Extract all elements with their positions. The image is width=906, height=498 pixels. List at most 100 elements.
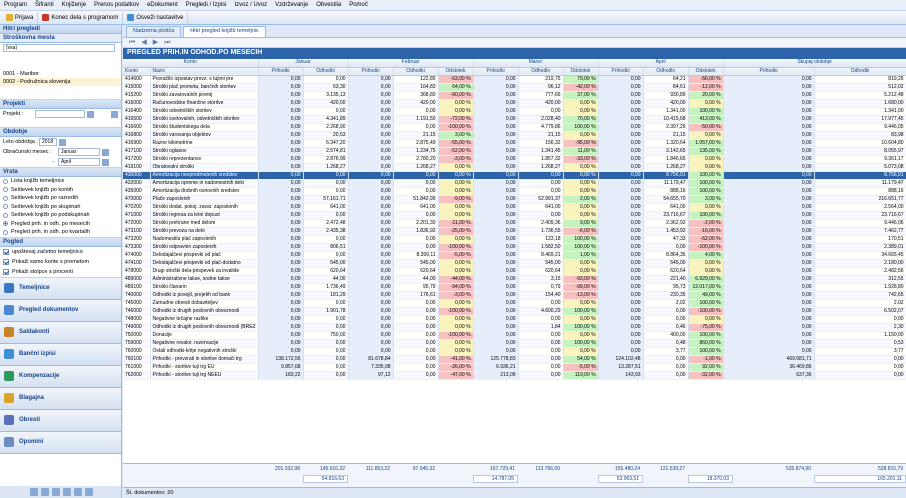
table-row[interactable]: 419100 Obratovalni stroški 0,00 1.268,27 0,0… (123, 163, 906, 172)
type-option[interactable]: Seštevek knjižb po kontih (0, 186, 121, 195)
col-header-odhodki[interactable]: Odhodki (814, 67, 906, 76)
view-option[interactable]: upoštevaj začetno temeljnico (0, 247, 121, 257)
radio-icon[interactable] (3, 178, 8, 184)
table-row[interactable]: 761000 Prihodki - storitve tuji trg EU 9.8… (123, 363, 906, 372)
view-option[interactable]: Prikaži stolpce s procenti (0, 267, 121, 277)
table-row[interactable]: 417200 Stroški reprezentance 0,00 2.876,99 0… (123, 155, 906, 164)
first-icon[interactable]: ⏮ (129, 39, 135, 46)
table-row[interactable]: 414600 Povračilo izpostav provz. s tujimi… (123, 75, 906, 84)
radio-icon[interactable] (3, 229, 8, 235)
year-input[interactable]: 2018 (39, 138, 57, 146)
menu-item[interactable]: Program (0, 2, 31, 8)
login-button[interactable]: Prijava (2, 11, 39, 24)
refresh-settings-button[interactable]: Osveži nastavitve (123, 11, 189, 24)
config-icon[interactable] (30, 488, 38, 496)
table-row[interactable]: 471000 Stroški regresa za letni dopust 0,0… (123, 211, 906, 220)
menu-item[interactable]: Vzdrževanje (271, 2, 312, 8)
table-row[interactable]: 750000 Donacije 0,00 750,00 0,00 0,00 -100,00 … (123, 331, 906, 340)
table-row[interactable]: 748000 Negativne tečajne razlike 0,00 0,00 0… (123, 315, 906, 324)
lock-icon[interactable] (41, 488, 49, 496)
menu-item[interactable]: Izvoz / Uvoz (230, 2, 271, 8)
col-header-odhodki[interactable]: Odhodki (393, 67, 439, 76)
table-row[interactable]: 432000 Amortizacija opreme in nadomestnih… (123, 179, 906, 188)
menu-item[interactable]: Obvestila (312, 2, 345, 8)
cost-item[interactable]: 0001 - Maribor (0, 70, 121, 78)
cost-item[interactable]: 0002 - Podružnica slovenija (0, 78, 121, 86)
menu-item[interactable]: Šifranti (31, 2, 58, 8)
type-option[interactable]: Seštevek knjižb po razredih (0, 194, 121, 203)
nav-button-saldakonti[interactable]: Saldakonti (0, 321, 121, 344)
table-row[interactable]: 474000 Delodajalčevi prispevki od plač 0,0… (123, 251, 906, 260)
next-icon[interactable]: ▶ (153, 39, 158, 46)
nav-button-temeljnice[interactable]: Temeljnice (0, 277, 121, 300)
nav-button-opomini[interactable]: Opomini (0, 431, 121, 454)
radio-icon[interactable] (3, 204, 8, 210)
chevron-down-icon[interactable] (87, 110, 94, 118)
checkbox-icon[interactable] (3, 268, 9, 275)
type-option[interactable]: Lista knjižb temeljnice (0, 177, 121, 186)
prev-icon[interactable]: ◀ (141, 39, 146, 46)
help-icon[interactable] (74, 488, 82, 496)
col-header-odstotek[interactable]: Odstotek (688, 67, 724, 76)
chevron-down-icon[interactable] (102, 148, 109, 156)
col-header-odhodki[interactable]: Odhodki (303, 67, 349, 76)
table-row[interactable]: 760000 Ostali odhodki-kritje negativnih s… (123, 347, 906, 356)
table-row[interactable]: 470000 Plače zaposlenih 0,00 57.161,71 0,00 5… (123, 195, 906, 204)
table-row[interactable]: 416400 Stroški odvetniških storitev 0,00 0,… (123, 107, 906, 116)
table-row[interactable]: 760100 Prihodki - prevzrati in storitve d… (123, 355, 906, 364)
view-option[interactable]: Prikaži samo konte s prometom (0, 257, 121, 267)
nav-button-blagajna[interactable]: Blagajna (0, 387, 121, 410)
table-row[interactable]: 416600 Stroški študentskega dela 0,00 2.268… (123, 123, 906, 132)
table-row[interactable]: 746000 Odhodki iz drugih poslovnih obvezn… (123, 307, 906, 316)
type-option[interactable]: Pregled prih. in odh. po kvartalih (0, 228, 121, 237)
menu-item[interactable]: Pomoč (345, 2, 372, 8)
table-row[interactable]: 473200 Nadomestila plač zaposlenih 0,00 0,0… (123, 235, 906, 244)
radio-icon[interactable] (3, 187, 8, 193)
col-header-prihodki[interactable]: Prihodki (348, 67, 394, 76)
nav-button-kompenzacije[interactable]: Kompenzacije (0, 365, 121, 388)
table-row[interactable]: 749000 Odhodki iz drugih poslovnih obvezn… (123, 323, 906, 332)
tab-quick-review[interactable]: Hitri pregled knjižb temeljnic (183, 26, 266, 37)
nav-button-obresti[interactable]: Obresti (0, 409, 121, 432)
table-row[interactable]: 415000 Stroški plač prometa, bančnih stor… (123, 83, 906, 92)
menu-item[interactable]: Pregledi / Izpisi (182, 2, 231, 8)
table-row[interactable]: 416900 Razne kilometrine 0,00 6.347,20 0,00 2… (123, 139, 906, 148)
table-row[interactable]: 759000 Negativne revalor. rezervacije 0,00… (123, 339, 906, 348)
col-header-odstotek[interactable]: Odstotek (563, 67, 599, 76)
table-row[interactable]: 417100 Stroški oglasov 0,00 2.574,81 0,00 1.2… (123, 147, 906, 156)
table-row[interactable]: 762000 Prihodki - storitve tuji trg NEEU 1… (123, 371, 906, 380)
checkbox-icon[interactable] (3, 258, 9, 265)
nav-button-bančni-izpisi[interactable]: Bančni izpisi (0, 343, 121, 366)
table-row[interactable]: 473100 Stroški prevoza na delo 0,00 2.435,3… (123, 227, 906, 236)
table-row[interactable]: 489000 Administrativne takse, sodne takse… (123, 275, 906, 284)
table-row[interactable]: 474100 Delodajalčevi prispevki od plač-do… (123, 259, 906, 268)
exit-button[interactable]: Konec dela s programom (38, 11, 124, 24)
report-grid[interactable]: Konto Januar Februar Marec April Skupaj … (123, 59, 906, 452)
col-header-odstotek[interactable]: Odstotek (438, 67, 474, 76)
table-row[interactable]: 416000 Računovodske finančne storitve 0,00… (123, 99, 906, 108)
table-row[interactable]: 489100 Stroški članarin 0,00 1.736,49 0,00 95… (123, 283, 906, 292)
table-row[interactable]: 430000 Amortizacija neopredmetenih sredst… (123, 171, 906, 180)
col-header-prihodki[interactable]: Prihodki (723, 67, 815, 76)
col-header-prihodki[interactable]: Prihodki (473, 67, 519, 76)
table-row[interactable]: 745000 Zamudne obresti dobaviteljev 0,00 0,… (123, 299, 906, 308)
month-to-select[interactable]: April (58, 158, 100, 166)
nav-button-pregled-dokumentov[interactable]: Pregled dokumentov (0, 299, 121, 322)
type-option[interactable]: Seštevek knjižb po podskupinah (0, 211, 121, 220)
type-option[interactable]: Pregled prih. in odh. po mesecih (0, 220, 121, 229)
chevron-down-icon[interactable] (102, 158, 109, 166)
table-row[interactable]: 740000 Odhodki iz posojil, prejetih od ba… (123, 291, 906, 300)
menu-item[interactable]: eDokument (143, 2, 182, 8)
menu-item[interactable]: Prenos podatkov (90, 2, 143, 8)
tab-dashboard[interactable]: Nadzorna plošča (126, 26, 182, 37)
cost-filter-input[interactable]: (vsa) (3, 44, 115, 52)
calendar-icon[interactable] (59, 138, 66, 146)
table-row[interactable]: 415200 Stroški zavarovalnih premij 0,00 3.1… (123, 91, 906, 100)
checkbox-icon[interactable] (3, 248, 9, 255)
browse-icon[interactable] (111, 110, 118, 118)
mail-icon[interactable] (85, 488, 93, 496)
radio-icon[interactable] (3, 221, 8, 227)
menu-item[interactable]: Knjiženje (58, 2, 90, 8)
col-header-odhodki[interactable]: Odhodki (643, 67, 689, 76)
month-from-select[interactable]: Januar (58, 148, 100, 156)
